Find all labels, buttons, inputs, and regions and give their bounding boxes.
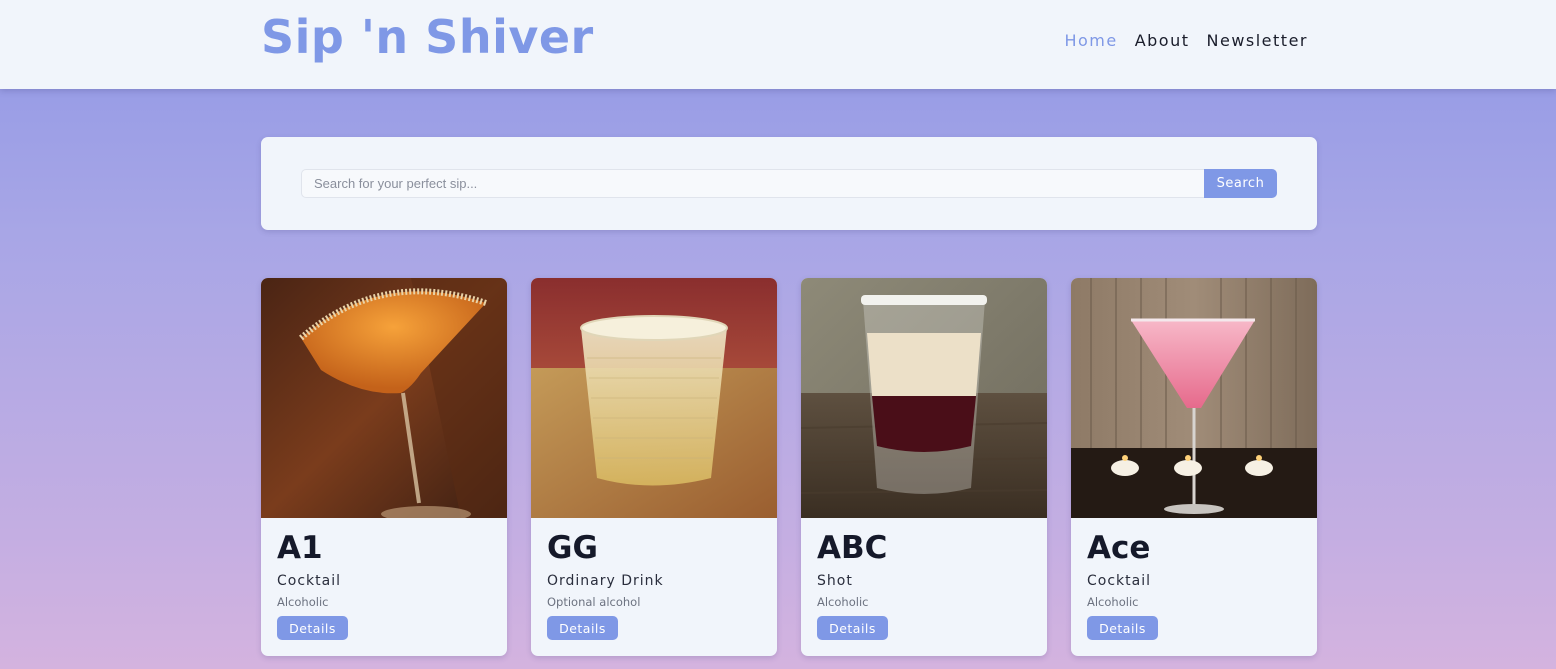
search-input[interactable] (301, 169, 1205, 198)
drink-name: A1 (277, 530, 323, 566)
drink-alcoholic: Alcoholic (277, 595, 329, 609)
search-panel: Search (261, 137, 1317, 230)
nav-newsletter-link[interactable]: Newsletter (1207, 31, 1309, 50)
search-button[interactable]: Search (1204, 169, 1277, 198)
drink-card-abc: ABC Shot Alcoholic Details (801, 278, 1047, 656)
drink-name: Ace (1087, 530, 1151, 566)
drink-card-a1: A1 Cocktail Alcoholic Details (261, 278, 507, 656)
details-button[interactable]: Details (1087, 616, 1158, 640)
drink-alcoholic: Optional alcohol (547, 595, 641, 609)
drink-category: Cocktail (1087, 573, 1151, 589)
site-header: Sip 'n Shiver Home About Newsletter (0, 0, 1556, 89)
drink-card-ace: Ace Cocktail Alcoholic Details (1071, 278, 1317, 656)
drink-name: GG (547, 530, 598, 566)
nav-about-link[interactable]: About (1135, 31, 1190, 50)
drink-image-gg (531, 278, 777, 518)
drink-alcoholic: Alcoholic (1087, 595, 1139, 609)
main-nav: Home About Newsletter (1064, 31, 1308, 50)
drink-category: Shot (817, 573, 853, 589)
nav-home-link[interactable]: Home (1064, 31, 1117, 50)
drink-image-ace (1071, 278, 1317, 518)
drink-name: ABC (817, 530, 888, 566)
drink-image-a1 (261, 278, 507, 518)
details-button[interactable]: Details (817, 616, 888, 640)
drink-category: Cocktail (277, 573, 341, 589)
site-logo[interactable]: Sip 'n Shiver (261, 10, 594, 64)
details-button[interactable]: Details (277, 616, 348, 640)
drink-category: Ordinary Drink (547, 573, 664, 589)
drink-alcoholic: Alcoholic (817, 595, 869, 609)
drink-card-gg: GG Ordinary Drink Optional alcohol Detai… (531, 278, 777, 656)
drink-image-abc (801, 278, 1047, 518)
details-button[interactable]: Details (547, 616, 618, 640)
